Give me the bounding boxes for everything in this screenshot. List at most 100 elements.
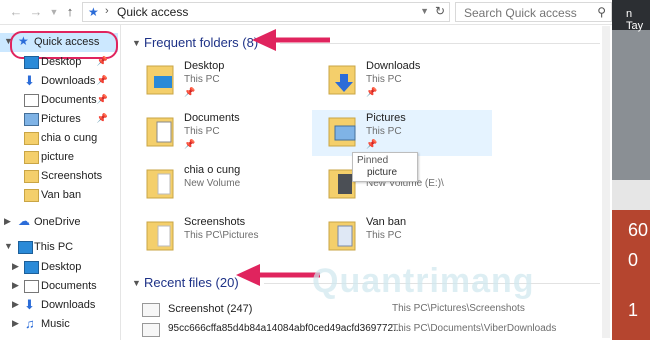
forward-icon[interactable]: → <box>28 4 44 20</box>
image-file-icon <box>142 303 160 317</box>
pin-icon: 📌 <box>184 87 196 97</box>
folder-item-screenshots[interactable]: Screenshots This PC\Pictures <box>130 214 310 260</box>
pane-divider[interactable] <box>120 24 121 340</box>
chevron-right-icon[interactable]: ▶ <box>12 299 19 310</box>
search-icon[interactable]: ⚲ <box>597 5 606 19</box>
chevron-right-icon[interactable]: ▶ <box>12 280 19 291</box>
recent-file-name: 95cc666cffa85d4b84a14084abf0ced49acfd369… <box>168 323 402 334</box>
download-icon: ⬇ <box>24 73 35 88</box>
folder-name: Desktop <box>184 60 225 72</box>
recent-file-row[interactable]: 95cc666cffa85d4b84a14084abf0ced49acfd369… <box>128 320 608 338</box>
folder-icon <box>328 65 356 95</box>
sidebar-item-desktop[interactable]: Desktop 📌 <box>0 53 118 72</box>
recent-file-path: This PC\Documents\ViberDownloads <box>392 323 557 334</box>
search-input[interactable] <box>462 5 586 21</box>
sidebar-item-label: Downloads <box>41 75 96 87</box>
background-text: n Tay <box>626 8 644 32</box>
pin-icon: 📌 <box>366 87 378 97</box>
pin-icon: 📌 <box>96 113 108 123</box>
sidebar-item-van-ban[interactable]: Van ban <box>0 186 118 205</box>
folder-path: New Volume <box>184 178 241 189</box>
sidebar-item-label: chia o cung <box>41 132 98 144</box>
folder-icon <box>24 151 39 164</box>
folder-item-chia-o-cung[interactable]: chia o cung New Volume <box>130 162 310 208</box>
folder-path: This PC <box>366 126 402 137</box>
folder-name: Van ban <box>366 216 407 228</box>
sidebar-item-music[interactable]: ▶ ♫ Music <box>0 315 118 334</box>
chevron-down-icon[interactable]: ▼ <box>132 278 141 288</box>
tooltip-line: picture <box>367 167 398 178</box>
recent-files-header[interactable]: Recent files (20) <box>144 275 239 290</box>
sidebar-item-label: Pictures <box>41 113 81 125</box>
chevron-down-icon[interactable]: ▼ <box>132 38 141 48</box>
recent-locations-icon[interactable]: ▼ <box>46 4 62 20</box>
address-box[interactable]: ★ › Quick access ▼ ↻ <box>82 2 450 22</box>
folder-icon <box>146 117 174 147</box>
sidebar-item-this-pc[interactable]: ▼ This PC <box>0 238 118 257</box>
sidebar-item-label: Documents <box>41 280 97 292</box>
folder-item-van-ban[interactable]: Van ban This PC <box>312 214 492 260</box>
folder-icon <box>146 65 174 95</box>
chevron-down-icon[interactable]: ▼ <box>4 241 13 251</box>
folder-item-pictures[interactable]: Pictures This PC 📌 <box>312 110 492 156</box>
sidebar-item-label: Documents <box>41 94 97 106</box>
folder-item-downloads[interactable]: Downloads This PC 📌 <box>312 58 492 104</box>
sidebar-item-pc-desktop[interactable]: ▶ Desktop <box>0 258 118 277</box>
sidebar-item-downloads[interactable]: ⬇ Downloads 📌 <box>0 72 118 91</box>
sidebar-item-pc-documents[interactable]: ▶ Documents <box>0 277 118 296</box>
pictures-icon <box>24 113 39 126</box>
chevron-right-icon[interactable]: › <box>105 5 109 17</box>
sidebar-item-onedrive[interactable]: ▶ ☁ OneDrive <box>0 213 118 232</box>
folder-name: Documents <box>184 112 240 124</box>
pin-icon: 📌 <box>96 56 108 66</box>
documents-icon <box>24 280 39 293</box>
tooltip-line: Pinned <box>357 155 389 166</box>
chevron-right-icon[interactable]: ▶ <box>4 216 11 227</box>
watermark: Quantrimang <box>312 262 535 300</box>
background-text: 60 <box>628 220 649 240</box>
sidebar-item-chia-o-cung[interactable]: chia o cung <box>0 129 118 148</box>
annotation-arrow <box>236 264 320 286</box>
address-path[interactable]: Quick access <box>117 5 188 19</box>
sidebar-item-pictures[interactable]: Pictures 📌 <box>0 110 118 129</box>
music-icon: ♫ <box>25 316 35 331</box>
download-icon: ⬇ <box>24 297 35 312</box>
back-icon[interactable]: ← <box>8 4 24 20</box>
folder-icon <box>146 169 174 199</box>
background-text: 1 <box>628 300 639 320</box>
recent-file-row[interactable]: Screenshot (247) This PC\Pictures\Screen… <box>128 300 608 318</box>
sidebar-item-label: Desktop <box>41 261 82 273</box>
up-icon[interactable]: ↑ <box>62 4 78 20</box>
sidebar-item-label: picture <box>41 151 75 163</box>
computer-icon <box>18 241 33 254</box>
folder-name: Pictures <box>366 112 406 124</box>
desktop-icon <box>24 56 39 69</box>
sidebar-item-screenshots[interactable]: Screenshots <box>0 167 118 186</box>
folder-path: This PC <box>366 74 402 85</box>
chevron-right-icon[interactable]: ▶ <box>12 318 19 329</box>
folder-icon <box>146 221 174 251</box>
folder-name: Screenshots <box>184 216 246 228</box>
sidebar-item-documents[interactable]: Documents 📌 <box>0 91 118 110</box>
refresh-icon[interactable]: ↻ <box>435 4 445 18</box>
desktop-icon <box>24 261 39 274</box>
sidebar-item-label: Music <box>41 318 70 330</box>
sidebar-item-picture[interactable]: picture <box>0 148 118 167</box>
search-box[interactable]: ⚲ <box>455 2 612 22</box>
folder-item-desktop[interactable]: Desktop This PC 📌 <box>130 58 310 104</box>
chevron-down-icon[interactable]: ▼ <box>420 6 429 16</box>
sidebar-item-pc-downloads[interactable]: ▶ ⬇ Downloads <box>0 296 118 315</box>
annotation-arrow <box>252 29 330 51</box>
folder-icon <box>24 170 39 183</box>
cloud-icon: ☁ <box>18 214 30 228</box>
vertical-scrollbar[interactable] <box>602 26 610 338</box>
pin-icon: 📌 <box>184 139 196 149</box>
frequent-folders-header[interactable]: Frequent folders (8) <box>144 35 258 50</box>
documents-icon <box>24 94 39 107</box>
recent-file-path: This PC\Pictures\Screenshots <box>392 303 525 314</box>
folder-name: chia o cung <box>184 164 241 176</box>
folder-icon <box>328 117 356 147</box>
folder-item-documents[interactable]: Documents This PC 📌 <box>130 110 310 156</box>
chevron-right-icon[interactable]: ▶ <box>12 261 19 272</box>
background-text: 0 <box>628 250 639 270</box>
